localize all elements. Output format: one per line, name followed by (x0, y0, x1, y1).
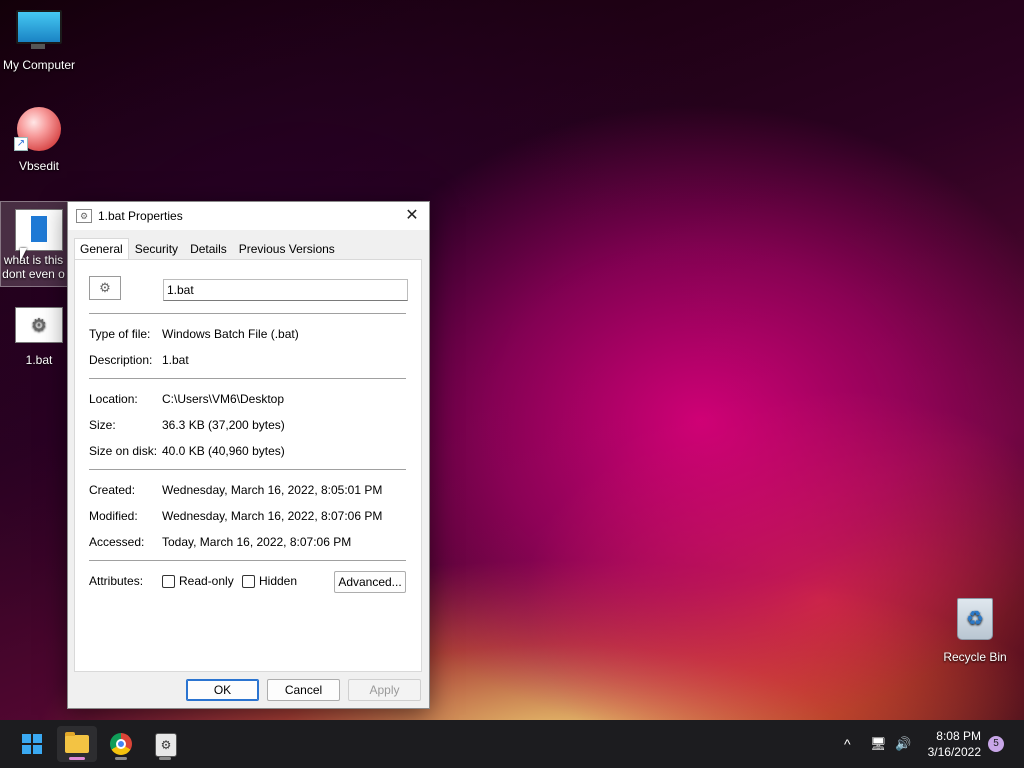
accessed-label: Accessed: (89, 535, 145, 549)
checkbox-box[interactable] (162, 574, 175, 588)
advanced-button[interactable]: Advanced... (334, 571, 406, 593)
clock[interactable]: 8:08 PM 3/16/2022 (928, 728, 981, 760)
readonly-label: Read-only (179, 574, 234, 588)
hidden-label: Hidden (259, 574, 298, 588)
clock-time: 8:08 PM (936, 729, 981, 743)
desktop-icon-recycle-bin[interactable]: ♻ Recycle Bin (936, 594, 1014, 664)
tab-bar: General Security Details Previous Versio… (74, 238, 341, 261)
app-icon: ⚙ (155, 733, 177, 757)
cancel-button[interactable]: Cancel (267, 679, 340, 701)
desktop-icon-label: Vbsedit (18, 159, 60, 173)
description-label: Description: (89, 353, 153, 367)
description-value: 1.bat (162, 353, 189, 367)
location-label: Location: (89, 392, 138, 406)
size-value: 36.3 KB (37,200 bytes) (162, 418, 285, 432)
close-button[interactable]: ✕ (401, 206, 423, 226)
type-label: Type of file: (89, 327, 151, 341)
volume-icon[interactable]: 🔊 (895, 720, 911, 768)
running-indicator (115, 757, 127, 760)
dialog-title: 1.bat Properties (98, 209, 183, 223)
tab-previous-versions[interactable]: Previous Versions (233, 238, 341, 261)
file-type-icon: ⚙ (89, 276, 121, 300)
dialog-titlebar[interactable]: ⚙ 1.bat Properties (68, 202, 429, 230)
folder-icon (65, 732, 89, 753)
size-on-disk-label: Size on disk: (89, 444, 158, 458)
modified-value: Wednesday, March 16, 2022, 8:07:06 PM (162, 509, 383, 523)
windows-logo-icon (22, 734, 42, 754)
desktop-icon-label: Recycle Bin (943, 650, 1007, 664)
taskbar: ⚙ ^ 🖥 🔊 8:08 PM 3/16/2022 5 (0, 720, 1024, 768)
monitor-icon (16, 10, 62, 49)
divider (89, 378, 406, 379)
notification-badge[interactable]: 5 (988, 736, 1004, 752)
accessed-value: Today, March 16, 2022, 8:07:06 PM (162, 535, 352, 549)
general-tab-panel: ⚙ 1.bat Type of file: Windows Batch File… (74, 259, 422, 672)
shortcut-arrow-icon: ↗ (14, 137, 28, 151)
modified-label: Modified: (89, 509, 138, 523)
batch-file-icon: ⚙ (15, 307, 63, 343)
apply-button[interactable]: Apply (348, 679, 421, 701)
divider (89, 469, 406, 470)
ok-button[interactable]: OK (186, 679, 259, 701)
tab-general[interactable]: General (74, 238, 129, 261)
taskbar-app[interactable]: ⚙ (145, 726, 185, 762)
tab-security[interactable]: Security (129, 238, 184, 261)
desktop-icon-my-computer[interactable]: My Computer (0, 0, 78, 72)
hidden-checkbox[interactable]: Hidden (242, 574, 297, 588)
type-value: Windows Batch File (.bat) (162, 327, 299, 341)
recycle-bin-icon: ♻ (957, 598, 993, 640)
batch-file-icon: ⚙ (76, 209, 92, 223)
running-indicator (159, 757, 171, 760)
tray-chevron-icon[interactable]: ^ (844, 720, 851, 768)
start-button[interactable] (12, 726, 52, 762)
document-icon (15, 209, 63, 251)
location-value: C:\Users\VM6\Desktop (162, 392, 285, 406)
checkbox-box[interactable] (242, 574, 255, 588)
properties-dialog: ⚙ 1.bat Properties ✕ General Security De… (67, 201, 430, 709)
clock-date: 3/16/2022 (927, 745, 981, 759)
network-icon[interactable]: 🖥 (870, 720, 887, 768)
filename-input[interactable]: 1.bat (163, 279, 408, 301)
readonly-checkbox[interactable]: Read-only (162, 574, 234, 588)
desktop-icon-vbsedit[interactable]: ↗ Vbsedit (0, 103, 78, 173)
taskbar-file-explorer[interactable] (57, 726, 97, 762)
size-on-disk-value: 40.0 KB (40,960 bytes) (162, 444, 285, 458)
divider (89, 313, 406, 314)
desktop-icon-label: My Computer (2, 58, 76, 72)
tab-details[interactable]: Details (184, 238, 233, 261)
created-label: Created: (89, 483, 136, 497)
taskbar-chrome[interactable] (101, 726, 141, 762)
chrome-icon (110, 733, 132, 755)
size-label: Size: (89, 418, 116, 432)
desktop-icon-label: what is this dont even o (2, 253, 65, 281)
attributes-label: Attributes: (89, 574, 144, 588)
divider (89, 560, 406, 561)
mouse-cursor-icon (20, 248, 27, 262)
created-value: Wednesday, March 16, 2022, 8:05:01 PM (162, 483, 383, 497)
active-indicator (69, 757, 85, 760)
